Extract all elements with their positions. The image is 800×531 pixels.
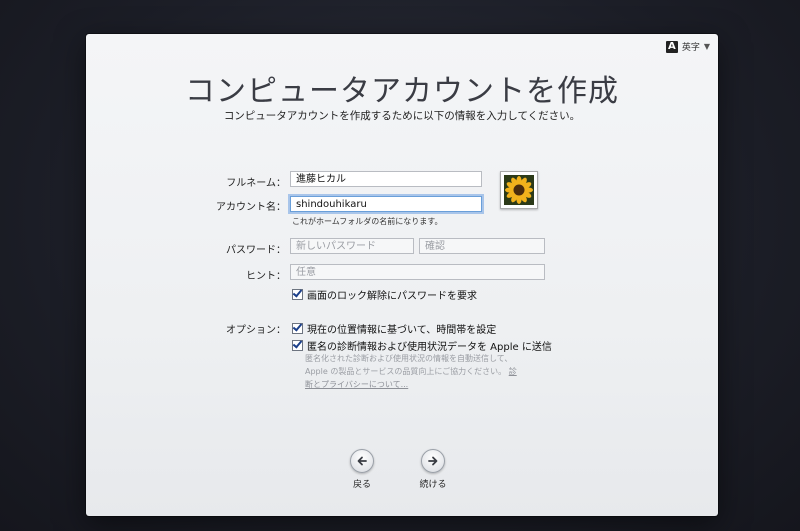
- verify-password-field[interactable]: 確認: [419, 238, 545, 254]
- back-button[interactable]: 戻る: [342, 449, 382, 490]
- require-password-checkbox[interactable]: 画面のロック解除にパスワードを要求: [292, 287, 477, 302]
- diagnostics-label: 匿名の診断情報および使用状況データを Apple に送信: [307, 342, 552, 353]
- account-name-label: アカウント名：: [216, 202, 286, 213]
- password-label: パスワード：: [226, 245, 286, 256]
- input-menu-label: 英字: [681, 43, 700, 53]
- account-name-help: これがホームフォルダの名前になります。: [292, 217, 443, 226]
- chevron-down-icon: ▼: [703, 42, 710, 51]
- input-menu[interactable]: A 英字 ▼: [665, 40, 710, 53]
- sunflower-icon: [504, 175, 534, 205]
- back-label: 戻る: [352, 480, 371, 490]
- setup-window: A 英字 ▼ コンピュータアカウントを作成 コンピュータアカウントを作成するため…: [86, 34, 718, 516]
- fullname-field[interactable]: 進藤ヒカル: [290, 171, 482, 187]
- checkbox-checked-icon: [292, 289, 303, 300]
- diagnostics-note-line2: Apple の製品とサービスの品質向上にご協力ください。: [305, 367, 507, 376]
- diagnostics-note-line1: 匿名化された診断および使用状況の情報を自動送信して、: [305, 354, 513, 363]
- timezone-checkbox[interactable]: 現在の位置情報に基づいて、時間帯を設定: [292, 321, 496, 336]
- back-arrow-circle: [350, 449, 374, 473]
- options-label: オプション：: [226, 325, 286, 336]
- hint-label: ヒント：: [246, 271, 286, 282]
- user-picture[interactable]: [500, 171, 538, 209]
- fullname-label: フルネーム：: [226, 178, 286, 189]
- checkbox-checked-icon: [292, 340, 303, 351]
- continue-button[interactable]: 続ける: [413, 449, 453, 490]
- arrow-left-icon: [357, 456, 367, 466]
- diagnostics-note: 匿名化された診断および使用状況の情報を自動送信して、 Apple の製品とサービ…: [305, 352, 545, 391]
- arrow-right-icon: [428, 456, 438, 466]
- continue-label: 続ける: [419, 480, 447, 490]
- require-password-label: 画面のロック解除にパスワードを要求: [307, 291, 477, 302]
- page-subtitle: コンピュータアカウントを作成するために以下の情報を入力してください。: [223, 110, 581, 122]
- page-title: コンピュータアカウントを作成: [185, 74, 619, 109]
- password-field[interactable]: 新しいパスワード: [290, 238, 414, 254]
- timezone-label: 現在の位置情報に基づいて、時間帯を設定: [307, 325, 497, 336]
- privacy-link[interactable]: 断とプライバシーについて...: [305, 380, 408, 389]
- continue-arrow-circle: [421, 449, 445, 473]
- input-source-icon: A: [665, 40, 678, 53]
- checkbox-checked-icon: [292, 323, 303, 334]
- account-name-field[interactable]: shindouhikaru: [290, 196, 482, 212]
- diagnostics-checkbox[interactable]: 匿名の診断情報および使用状況データを Apple に送信: [292, 338, 552, 353]
- privacy-link-part1[interactable]: 診: [509, 367, 517, 376]
- hint-field[interactable]: 任意: [290, 264, 545, 280]
